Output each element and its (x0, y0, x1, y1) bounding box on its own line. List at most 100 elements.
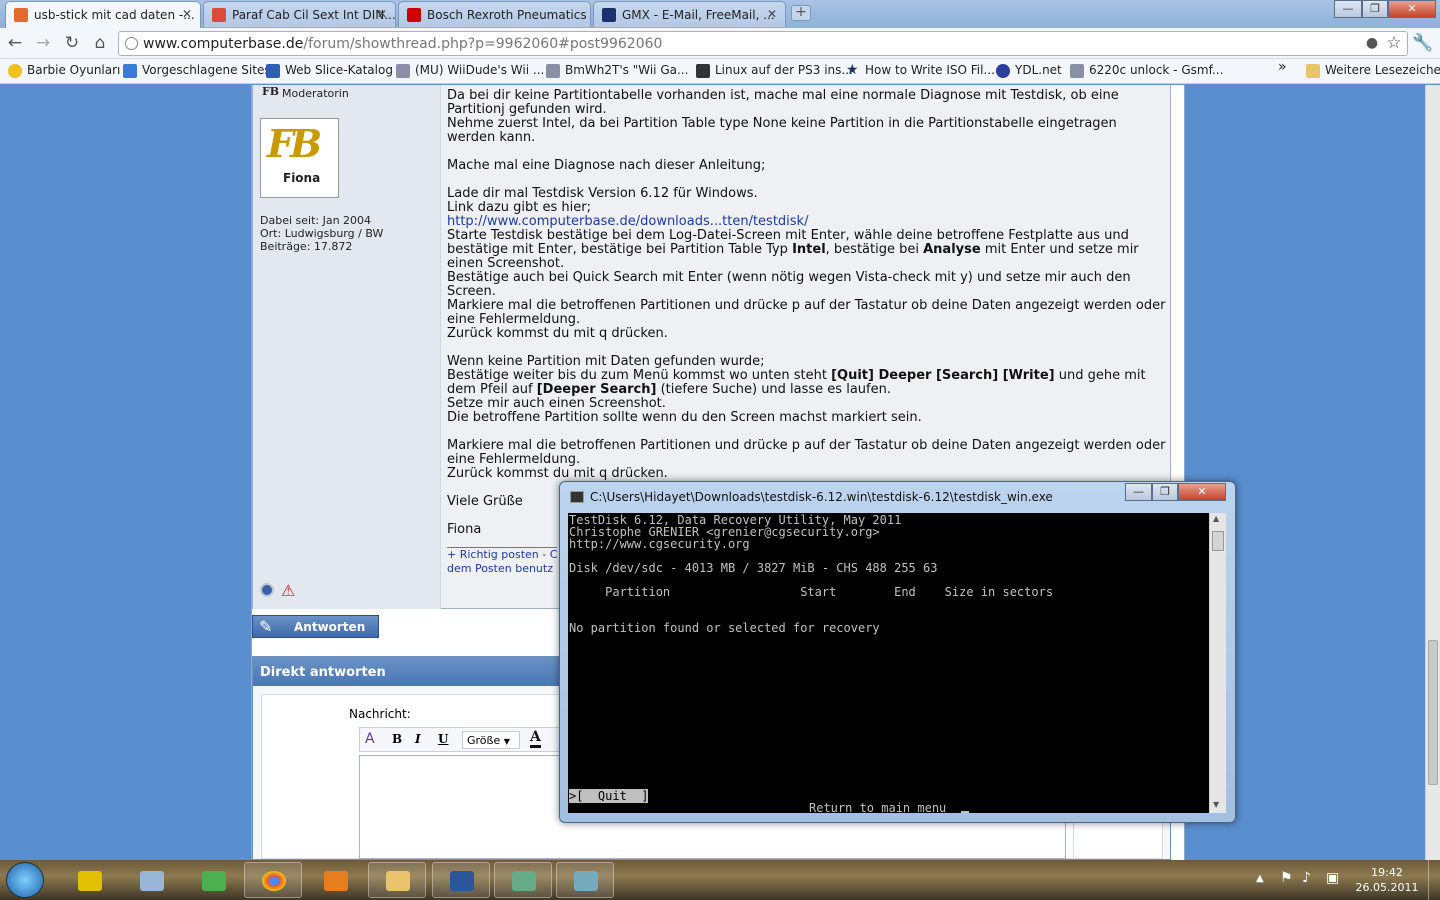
bookmark-linux-ps3[interactable]: Linux auf der PS3 ins... (696, 63, 853, 78)
post-paragraph: Die betroffene Partition sollte wenn du … (447, 410, 922, 425)
forward-arrow-icon[interactable]: → (32, 32, 54, 54)
console-scroll-thumb[interactable] (1212, 531, 1224, 551)
scroll-down-icon[interactable]: ▼ (1213, 800, 1219, 809)
testdisk-console-window[interactable]: C:\Users\Hidayet\Downloads\testdisk-6.12… (559, 481, 1236, 823)
bold-button[interactable]: B (392, 732, 402, 746)
maximize-button[interactable]: ❐ (1362, 0, 1388, 18)
console-maximize-button[interactable]: ❐ (1152, 483, 1178, 501)
volume-icon[interactable]: ♪ (1302, 870, 1311, 886)
paint-icon (574, 871, 598, 891)
font-color-button[interactable]: A (530, 730, 541, 748)
folder-icon (386, 871, 410, 891)
testdisk-icon (512, 871, 536, 891)
page-icon (696, 64, 710, 78)
testdisk-download-link[interactable]: http://www.computerbase.de/downloads...t… (447, 214, 808, 229)
report-post-icon[interactable]: ⚠ (281, 581, 295, 600)
post-paragraph: Markiere mal die betroffenen Partitionen… (447, 298, 1166, 327)
word-icon (450, 871, 474, 891)
font-size-select[interactable]: Größe ▼ (462, 731, 520, 749)
tab-title: Bosch Rexroth Pneumatics (427, 8, 587, 22)
taskbar-word[interactable] (432, 862, 490, 898)
reply-button[interactable]: ✎ Antworten (252, 615, 379, 638)
bookmark-web-slice[interactable]: Web Slice-Katalog (266, 63, 393, 78)
bosch-favicon-icon (407, 8, 421, 22)
bulb-icon[interactable]: ● (1361, 32, 1383, 54)
new-tab-button[interactable]: + (791, 5, 811, 21)
wrench-icon[interactable]: 🔧 (1412, 32, 1434, 54)
console-minimize-button[interactable]: — (1125, 483, 1152, 501)
taskbar-media-player[interactable] (306, 862, 364, 898)
console-scrollbar[interactable]: ▲ ▼ (1209, 513, 1226, 813)
calculator-icon (140, 871, 164, 891)
bookmark-label: Web Slice-Katalog (285, 63, 393, 77)
bookmark-barbie[interactable]: Barbie Oyunları (8, 63, 120, 78)
other-bookmarks[interactable]: Weitere Lesezeichen (1306, 63, 1440, 78)
minimize-button[interactable]: — (1334, 0, 1362, 18)
taskbar-app-pinned[interactable] (60, 862, 118, 898)
bookmark-label: Linux auf der PS3 ins... (715, 63, 853, 77)
post-paragraph: Lade dir mal Testdisk Version 6.12 für W… (447, 186, 758, 201)
scrollbar-thumb[interactable] (1428, 640, 1438, 785)
avatar-name: Fiona (283, 171, 321, 185)
online-status-icon[interactable] (260, 583, 274, 597)
terminal-line: Partition Start End Size in sectors (569, 585, 1054, 599)
user-rank-label: Moderatorin (282, 87, 349, 100)
post-paragraph: Markiere mal die betroffenen Partitionen… (447, 438, 1166, 467)
address-host: www.computerbase.de (143, 36, 304, 52)
globe-icon (996, 64, 1010, 78)
underline-button[interactable]: U (438, 732, 448, 746)
post-paragraph: Zurück kommst du mit q drücken. (447, 466, 668, 481)
console-title: C:\Users\Hidayet\Downloads\testdisk-6.12… (590, 490, 1053, 504)
bookmark-bmwh2t[interactable]: BmWh2T's "Wii Ga... (546, 63, 688, 78)
show-desktop-button[interactable] (1428, 860, 1440, 900)
bookmark-ydl[interactable]: YDL.net (996, 63, 1062, 78)
bookmark-star-icon[interactable]: ☆ (1383, 32, 1405, 54)
tab-gmx[interactable]: GMX - E-Mail, FreeMail, ... ✕ (593, 1, 786, 27)
console-close-button[interactable]: ✕ (1178, 483, 1226, 501)
bookmark-label: Weitere Lesezeichen (1325, 63, 1440, 77)
taskbar-testdisk[interactable] (494, 862, 552, 898)
terminal-line: http://www.cgsecurity.org (569, 537, 750, 551)
bookmark-wiidude[interactable]: (MU) WiiDude's Wii ... (396, 63, 544, 78)
bookmarks-overflow-button[interactable]: » (1278, 59, 1287, 75)
back-arrow-icon[interactable]: ← (4, 32, 26, 54)
scroll-up-icon[interactable]: ▲ (1213, 514, 1219, 523)
browser-toolbar: ← → ↻ ⌂ www.computerbase.de/forum/showth… (0, 28, 1440, 59)
tab-paraf-cab[interactable]: Paraf Cab Cil Sext Int DIN... ✕ (203, 1, 396, 27)
bookmark-label: Vorgeschlagene Sites (142, 63, 271, 77)
taskbar-paint[interactable] (556, 862, 614, 898)
smiley-icon (8, 64, 22, 78)
user-location: Ort: Ludwigsburg / BW (260, 227, 384, 240)
star-icon: ★ (846, 62, 859, 78)
taskbar-explorer[interactable] (368, 862, 426, 898)
home-icon[interactable]: ⌂ (89, 32, 111, 54)
taskbar-chrome[interactable] (244, 862, 302, 898)
close-window-button[interactable]: ✕ (1388, 0, 1436, 18)
address-bar[interactable]: www.computerbase.de/forum/showthread.php… (118, 31, 1408, 56)
tab-usb-stick[interactable]: usb-stick mit cad daten -... ✕ (5, 1, 201, 28)
post-paragraph: Link dazu gibt es hier; (447, 200, 591, 215)
console-terminal[interactable]: TestDisk 6.12, Data Recovery Utility, Ma… (568, 513, 1209, 813)
start-button[interactable] (6, 862, 44, 898)
page-info-icon[interactable] (125, 37, 138, 50)
bookmark-iso[interactable]: ★ How to Write ISO Fil... (846, 63, 995, 77)
action-center-flag-icon[interactable]: ⚑ (1280, 870, 1293, 886)
bookmark-6220c[interactable]: 6220c unlock - Gsmf... (1070, 63, 1223, 78)
bookmark-vorgeschlagene[interactable]: Vorgeschlagene Sites (123, 63, 271, 78)
close-tab-icon[interactable]: ✕ (182, 7, 192, 21)
italic-button[interactable]: I (415, 732, 421, 746)
quit-menu-option[interactable]: >[ Quit ] (569, 789, 649, 803)
close-tab-icon[interactable]: ✕ (767, 7, 777, 21)
taskbar-messenger[interactable] (184, 862, 242, 898)
remove-format-icon[interactable]: A (365, 731, 375, 747)
system-clock[interactable]: 19:42 26.05.2011 (1352, 865, 1422, 895)
network-icon[interactable]: ▣ (1326, 870, 1339, 886)
messenger-icon (202, 871, 226, 891)
taskbar-calculator[interactable] (122, 862, 180, 898)
avatar[interactable]: FB Fiona (260, 118, 339, 198)
tab-bosch-rexroth[interactable]: Bosch Rexroth Pneumatics (398, 1, 591, 27)
vertical-scrollbar[interactable] (1425, 85, 1440, 860)
reload-icon[interactable]: ↻ (61, 32, 83, 54)
show-hidden-icons[interactable]: ▲ (1256, 873, 1264, 884)
close-tab-icon[interactable]: ✕ (377, 7, 387, 21)
